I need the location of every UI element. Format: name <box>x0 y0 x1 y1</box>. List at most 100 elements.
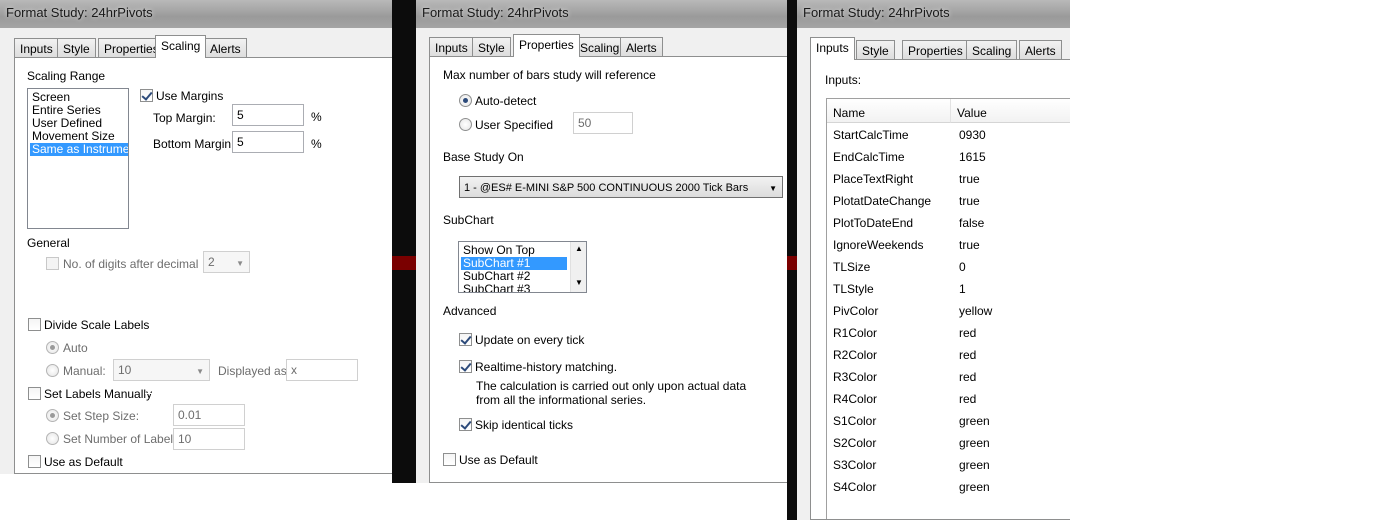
dialog-properties: Format Study: 24hrPivots Inputs Style Pr… <box>416 0 787 483</box>
table-row[interactable]: R1Color red <box>827 322 1070 344</box>
input-value[interactable]: 0 <box>959 256 966 278</box>
chevron-down-icon: ▼ <box>769 184 777 193</box>
top-margin-label: Top Margin: <box>153 111 216 125</box>
set-step-size-input[interactable]: 0.01 <box>173 404 245 426</box>
input-value[interactable]: red <box>959 322 976 344</box>
scrollbar[interactable]: ▲ ▼ <box>570 242 586 292</box>
tab-alerts[interactable]: Alerts <box>620 37 663 57</box>
table-row[interactable]: PlotToDateEnd false <box>827 212 1070 234</box>
tab-inputs[interactable]: Inputs <box>810 37 855 60</box>
input-value[interactable]: green <box>959 410 990 432</box>
auto-label: Auto <box>63 341 88 355</box>
digits-select[interactable]: 2 ▼ <box>203 251 250 273</box>
input-value[interactable]: green <box>959 454 990 476</box>
table-row[interactable]: TLStyle 1 <box>827 278 1070 300</box>
user-specified-radio[interactable] <box>459 118 472 131</box>
use-as-default-checkbox[interactable] <box>443 453 456 466</box>
tab-alerts[interactable]: Alerts <box>1019 40 1062 60</box>
table-row[interactable]: R3Color red <box>827 366 1070 388</box>
tab-style[interactable]: Style <box>472 37 511 57</box>
input-value[interactable]: green <box>959 476 990 498</box>
table-row[interactable]: IgnoreWeekends true <box>827 234 1070 256</box>
manual-label: Manual: <box>63 364 106 378</box>
list-item-selected[interactable]: Same as Instrument <box>30 143 128 156</box>
tab-scaling[interactable]: Scaling <box>574 37 626 57</box>
tab-alerts[interactable]: Alerts <box>204 38 247 58</box>
input-value[interactable]: 1 <box>959 278 966 300</box>
realtime-history-checkbox[interactable] <box>459 360 472 373</box>
table-row[interactable]: TLSize 0 <box>827 256 1070 278</box>
manual-radio[interactable] <box>46 364 59 377</box>
table-row[interactable]: S3Color green <box>827 454 1070 476</box>
base-study-select[interactable]: 1 - @ES# E-MINI S&P 500 CONTINUOUS 2000 … <box>459 176 783 198</box>
set-number-of-labels-input[interactable]: 10 <box>173 428 245 450</box>
tab-inputs[interactable]: Inputs <box>14 38 59 58</box>
bottom-margin-percent: % <box>311 137 322 151</box>
input-value[interactable]: true <box>959 234 980 256</box>
input-value[interactable]: yellow <box>959 300 992 322</box>
set-number-of-labels-radio[interactable] <box>46 432 59 445</box>
table-row[interactable]: PlotatDateChange true <box>827 190 1070 212</box>
input-name: TLStyle <box>833 282 874 296</box>
table-row[interactable]: PlaceTextRight true <box>827 168 1070 190</box>
table-row[interactable]: StartCalcTime 0930 <box>827 124 1070 146</box>
top-margin-percent: % <box>311 110 322 124</box>
subchart-heading: SubChart <box>443 213 494 227</box>
tab-style[interactable]: Style <box>856 40 895 60</box>
advanced-heading: Advanced <box>443 304 497 318</box>
set-labels-manually-checkbox[interactable] <box>28 387 41 400</box>
digits-checkbox[interactable] <box>46 257 59 270</box>
set-step-size-radio[interactable] <box>46 409 59 422</box>
tab-scaling[interactable]: Scaling <box>966 40 1018 60</box>
column-header-name[interactable]: Name <box>827 99 951 123</box>
table-row[interactable]: R2Color red <box>827 344 1070 366</box>
skip-identical-ticks-checkbox[interactable] <box>459 418 472 431</box>
scroll-down-icon[interactable]: ▼ <box>575 278 583 287</box>
use-margins-checkbox[interactable] <box>140 89 153 102</box>
manual-select[interactable]: 10 ▼ <box>113 359 210 381</box>
user-specified-input[interactable]: 50 <box>573 112 633 134</box>
tab-properties[interactable]: Properties <box>902 40 969 60</box>
table-row[interactable]: S2Color green <box>827 432 1070 454</box>
dialog-body: Inputs Style Properties Scaling Alerts S… <box>0 28 392 474</box>
input-value[interactable]: true <box>959 190 980 212</box>
input-value[interactable]: 0930 <box>959 124 986 146</box>
column-header-value[interactable]: Value <box>951 99 1070 123</box>
auto-radio[interactable] <box>46 341 59 354</box>
tab-scaling[interactable]: Scaling <box>155 35 207 58</box>
update-every-tick-label: Update on every tick <box>475 333 585 347</box>
bottom-margin-input[interactable]: 5 <box>232 131 304 153</box>
table-row[interactable]: S1Color green <box>827 410 1070 432</box>
input-value[interactable]: 1615 <box>959 146 986 168</box>
tab-style[interactable]: Style <box>57 38 96 58</box>
use-margins-label: Use Margins <box>156 89 224 103</box>
subchart-list[interactable]: Show On Top SubChart #1 SubChart #2 SubC… <box>458 241 587 293</box>
input-value[interactable]: red <box>959 366 976 388</box>
input-value[interactable]: true <box>959 168 980 190</box>
input-value[interactable]: red <box>959 388 976 410</box>
update-every-tick-checkbox[interactable] <box>459 333 472 346</box>
window-title: Format Study: 24hrPivots <box>0 0 392 28</box>
input-value[interactable]: red <box>959 344 976 366</box>
table-row[interactable]: PivColor yellow <box>827 300 1070 322</box>
divide-scale-labels-checkbox[interactable] <box>28 318 41 331</box>
manual-select-value: 10 <box>118 363 132 377</box>
input-value[interactable]: green <box>959 432 990 454</box>
auto-detect-radio[interactable] <box>459 94 472 107</box>
scaling-range-heading: Scaling Range <box>27 69 106 83</box>
digits-select-value: 2 <box>208 255 215 269</box>
tab-inputs[interactable]: Inputs <box>429 37 474 57</box>
list-item[interactable]: SubChart #3 <box>461 283 532 293</box>
backdrop-strip-1 <box>392 0 416 483</box>
table-row[interactable]: S4Color green <box>827 476 1070 498</box>
displayed-as-input[interactable]: x <box>286 359 358 381</box>
top-margin-input[interactable]: 5 <box>232 104 304 126</box>
scaling-range-list[interactable]: Screen Entire Series User Defined Moveme… <box>27 88 129 229</box>
use-as-default-checkbox[interactable] <box>28 455 41 468</box>
tab-properties[interactable]: Properties <box>513 34 580 57</box>
tab-page-scaling: Scaling Range Screen Entire Series User … <box>14 57 392 474</box>
input-value[interactable]: false <box>959 212 984 234</box>
scroll-up-icon[interactable]: ▲ <box>575 244 583 253</box>
table-row[interactable]: R4Color red <box>827 388 1070 410</box>
table-row[interactable]: EndCalcTime 1615 <box>827 146 1070 168</box>
